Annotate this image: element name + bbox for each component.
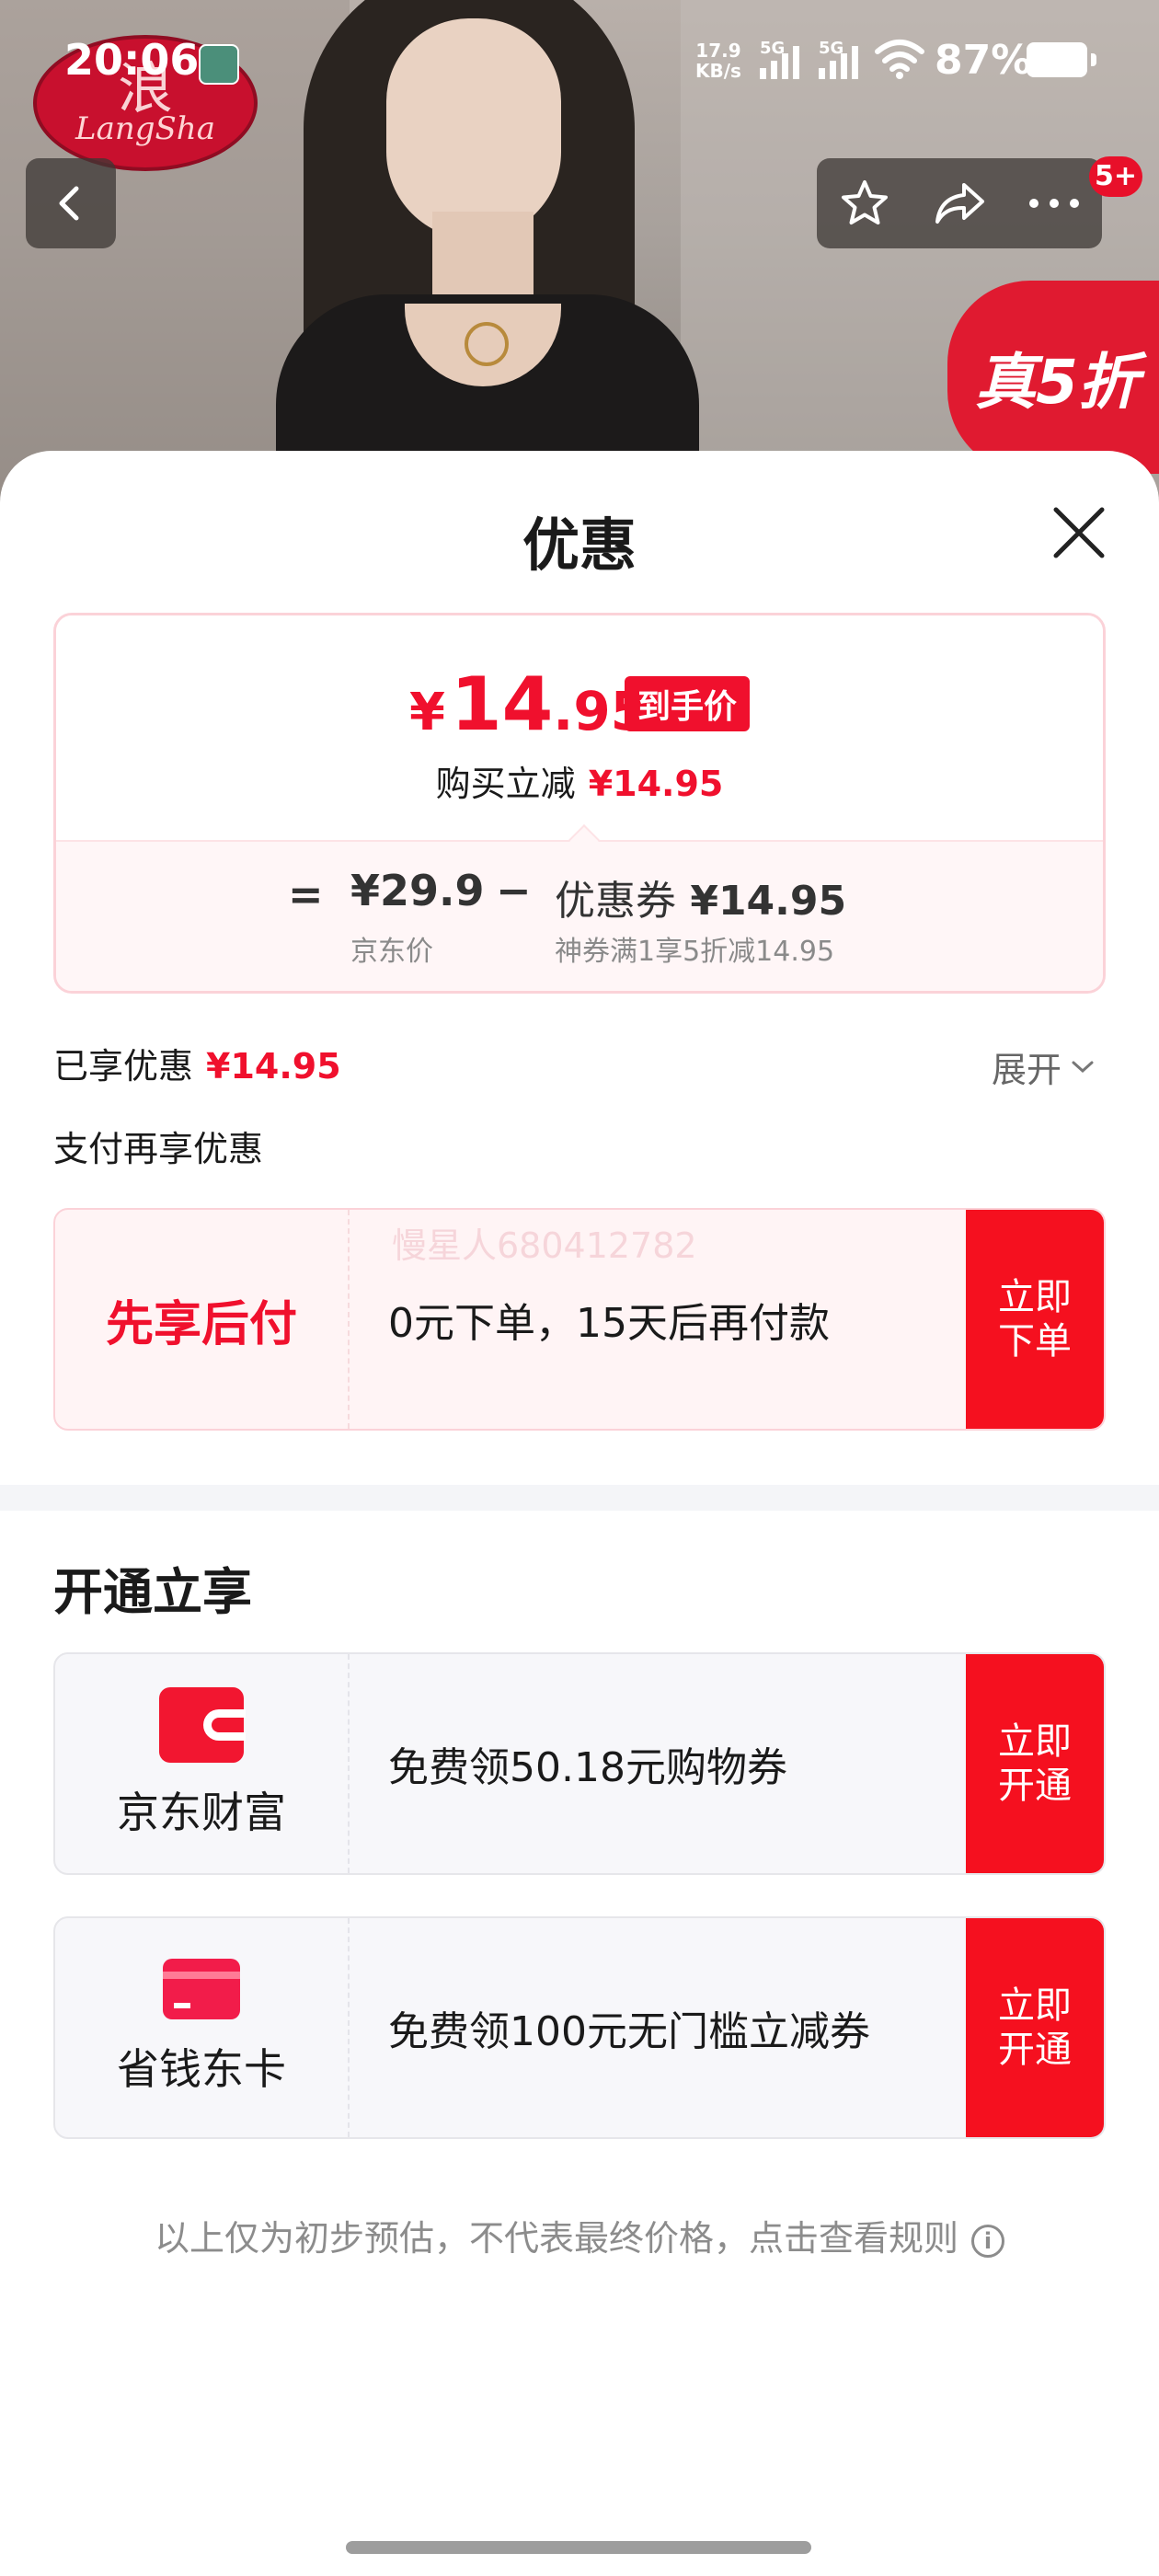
- service-badge: 京东财富: [55, 1654, 350, 1873]
- card-icon: [163, 1959, 240, 2019]
- reduction-label: 购买立减: [435, 764, 576, 804]
- order-now-label: 立即 下单: [998, 1276, 1072, 1363]
- network-speed: 17.9 KB/s: [695, 40, 741, 81]
- share-button[interactable]: [932, 176, 987, 231]
- more-dots-icon: [1029, 199, 1080, 208]
- pay-more-label: 支付再享优惠: [53, 1129, 264, 1169]
- necklace: [465, 322, 509, 366]
- message-count-badge: 5+: [1089, 156, 1143, 197]
- sheet-title: 优惠: [522, 512, 637, 579]
- minus-sign: −: [496, 866, 532, 915]
- net-speed-value: 17.9: [695, 40, 741, 62]
- currency-symbol: ¥: [409, 683, 445, 742]
- bnpl-description: 0元下单，15天后再付款: [388, 1300, 830, 1347]
- header-actions: [817, 158, 1102, 248]
- coupon-name: 优惠券: [555, 878, 676, 925]
- final-price: ¥ 14 .95: [409, 661, 648, 747]
- star-icon: [841, 180, 888, 224]
- battery-icon: [1027, 42, 1096, 77]
- activate-button[interactable]: 立即 开通: [966, 1654, 1104, 1873]
- service-description: 免费领50.18元购物券: [388, 1744, 787, 1791]
- final-price-integer: 14: [450, 661, 554, 747]
- back-arrow-icon: [59, 186, 79, 221]
- price-formula: = ¥29.9 京东价 − 优惠券 ¥14.95 神券满1享5折减14.95: [56, 840, 1103, 991]
- bnpl-badge: 先享后付: [55, 1210, 350, 1429]
- service-name: 省钱东卡: [117, 2044, 286, 2094]
- wifi-icon: [875, 40, 924, 79]
- instant-reduction: 购买立减 ¥14.95: [56, 755, 1103, 806]
- final-price-section: ¥ 14 .95 到手价 购买立减 ¥14.95: [56, 615, 1103, 840]
- activate-label: 立即 开通: [998, 1984, 1072, 2071]
- wallet-icon: [159, 1687, 246, 1763]
- enjoyed-discount: 已享优惠 ¥14.95: [53, 1038, 341, 1088]
- section-divider: [0, 1485, 1159, 1511]
- activate-label: 立即 开通: [998, 1720, 1072, 1807]
- battery-level: 87%: [935, 37, 1032, 84]
- activate-button[interactable]: 立即 开通: [966, 1918, 1104, 2137]
- info-icon[interactable]: i: [971, 2224, 1004, 2258]
- enjoyed-label: 已享优惠: [53, 1046, 194, 1087]
- more-button[interactable]: [1027, 176, 1082, 231]
- chevron-down-icon: [1072, 1061, 1094, 1073]
- bnpl-offer-card[interactable]: 先享后付 慢星人680412782 0元下单，15天后再付款 立即 下单: [53, 1208, 1106, 1431]
- signal-label: 5G: [760, 39, 786, 58]
- clock: 20:06: [64, 35, 200, 85]
- disclaimer-text: 以上仅为初步预估，不代表最终价格，点击查看规则: [154, 2218, 958, 2259]
- enjoyed-amount: ¥14.95: [206, 1046, 341, 1087]
- favorite-button[interactable]: [837, 176, 892, 231]
- home-indicator[interactable]: [346, 2541, 811, 2554]
- signal-label: 5G: [819, 39, 844, 58]
- service-badge: 省钱东卡: [55, 1918, 350, 2137]
- net-speed-unit: KB/s: [695, 60, 741, 82]
- share-icon: [935, 183, 984, 224]
- coupon-detail: 神券满1享5折减14.95: [555, 936, 835, 968]
- close-button[interactable]: [1049, 502, 1109, 563]
- final-price-tag: 到手价: [625, 676, 751, 731]
- close-icon: [1053, 507, 1105, 558]
- section-title: 开通立享: [53, 1563, 252, 1621]
- savings-card-offer-card[interactable]: 省钱东卡 免费领100元无门槛立减券 立即 开通: [53, 1916, 1106, 2139]
- coupon-discount: 优惠券 ¥14.95: [555, 868, 846, 926]
- back-button[interactable]: [26, 158, 116, 248]
- original-price: ¥29.9: [350, 866, 485, 915]
- expand-button[interactable]: 展开: [992, 1041, 1095, 1092]
- discount-sheet: 优惠 ¥ 14 .95 到手价 购买立减 ¥14.95 = ¥29.9 京东价 −…: [0, 451, 1159, 2576]
- price-breakdown-card: ¥ 14 .95 到手价 购买立减 ¥14.95 = ¥29.9 京东价 − 优惠…: [53, 613, 1106, 994]
- coupon-value: ¥14.95: [690, 878, 847, 925]
- bnpl-name: 先享后付: [105, 1296, 297, 1352]
- order-now-button[interactable]: 立即 下单: [966, 1210, 1104, 1429]
- expand-label: 展开: [992, 1050, 1062, 1090]
- promo-tag: 真5折: [947, 281, 1159, 474]
- notification-avatar-icon: [199, 44, 239, 85]
- rules-disclaimer[interactable]: 以上仅为初步预估，不代表最终价格，点击查看规则 i: [0, 2210, 1159, 2260]
- equals-sign: =: [288, 869, 324, 919]
- original-price-label: 京东价: [350, 936, 433, 968]
- reduction-amount: ¥14.95: [588, 764, 724, 804]
- signal-strength-icon: 5G: [819, 39, 870, 79]
- service-name: 京东财富: [117, 1788, 286, 1837]
- signal-strength-icon: 5G: [760, 39, 811, 79]
- service-description: 免费领100元无门槛立减券: [388, 2008, 870, 2055]
- status-bar: 20:06 17.9 KB/s 5G 5G 87%: [0, 0, 1159, 120]
- jd-wealth-offer-card[interactable]: 京东财富 免费领50.18元购物券 立即 开通: [53, 1652, 1106, 1875]
